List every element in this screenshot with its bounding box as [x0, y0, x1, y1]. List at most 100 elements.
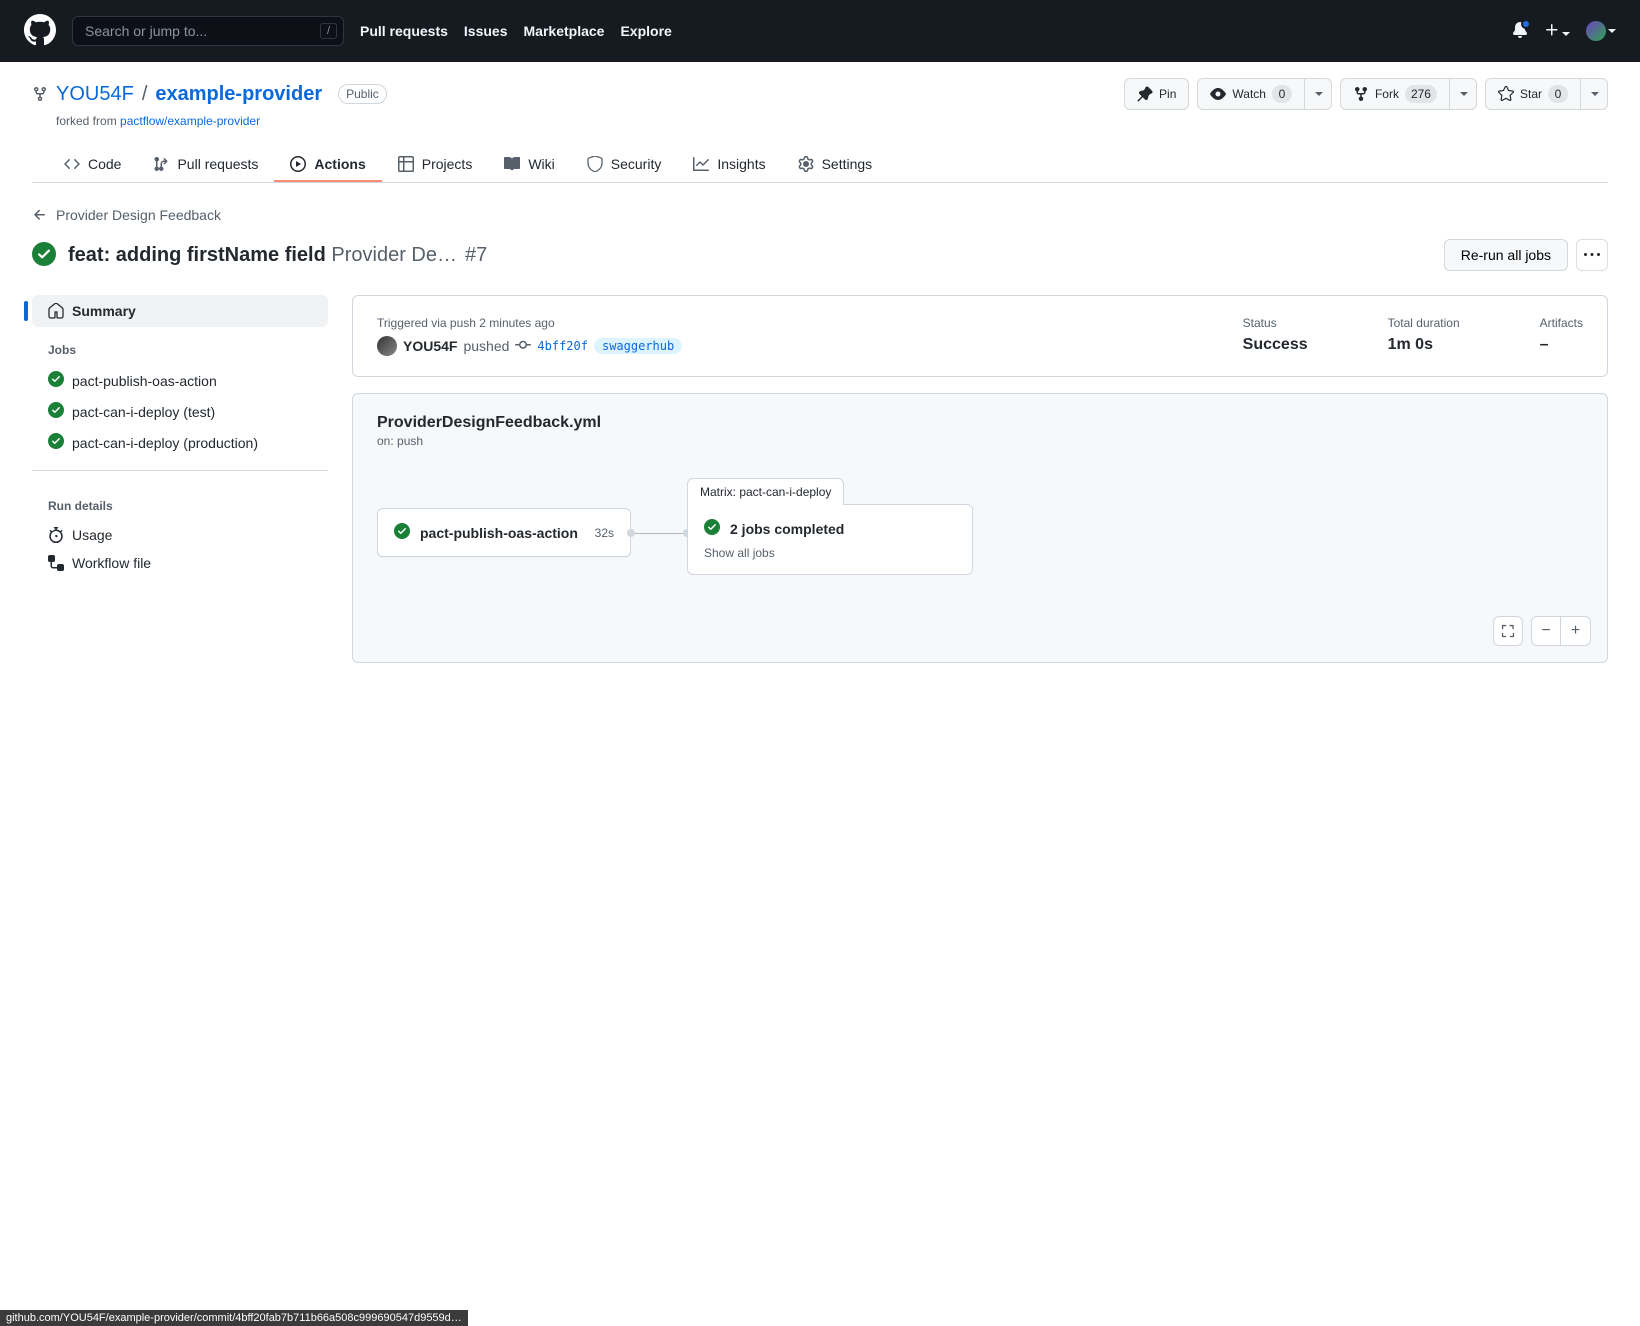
star-dropdown[interactable] — [1581, 78, 1608, 110]
branch-badge[interactable]: swaggerhub — [594, 338, 682, 354]
avatar-icon — [1586, 21, 1606, 41]
watch-count: 0 — [1272, 85, 1292, 103]
tab-security[interactable]: Security — [571, 148, 678, 182]
sidebar-summary[interactable]: Summary — [32, 295, 328, 327]
sidebar-summary-label: Summary — [72, 303, 136, 319]
fork-label: Fork — [1375, 84, 1399, 104]
sidebar-job-1[interactable]: pact-can-i-deploy (test) — [32, 396, 328, 427]
star-button[interactable]: Star 0 — [1485, 78, 1581, 110]
notifications-icon[interactable] — [1512, 22, 1528, 41]
pushed-word: pushed — [463, 338, 509, 354]
sidebar-job-label: pact-can-i-deploy (test) — [72, 404, 215, 420]
pusher-name[interactable]: YOU54F — [403, 338, 457, 354]
check-circle-icon — [394, 523, 410, 542]
sidebar-run-details-heading: Run details — [32, 483, 328, 521]
tab-projects[interactable]: Projects — [382, 148, 489, 182]
stopwatch-icon — [48, 527, 64, 543]
sidebar-workflow-file-label: Workflow file — [72, 555, 151, 571]
breadcrumb-back[interactable]: Provider Design Feedback — [16, 207, 1624, 223]
check-circle-icon — [48, 371, 64, 390]
tab-insights[interactable]: Insights — [677, 148, 781, 182]
workflow-on: on: push — [377, 434, 1583, 448]
pin-button[interactable]: Pin — [1124, 78, 1189, 110]
repo-name-link[interactable]: example-provider — [155, 83, 322, 105]
zoom-in-button[interactable]: + — [1561, 616, 1591, 646]
gear-icon — [798, 156, 814, 172]
run-menu-button[interactable] — [1576, 239, 1608, 271]
commit-sha-link[interactable]: 4bff20f — [537, 339, 588, 353]
nav-issues[interactable]: Issues — [464, 23, 508, 39]
fork-count: 276 — [1405, 85, 1437, 103]
repo-tabs: Code Pull requests Actions Projects Wiki… — [32, 148, 1608, 183]
rerun-all-button[interactable]: Re-run all jobs — [1444, 239, 1568, 271]
graph-matrix-group[interactable]: Matrix: pact-can-i-deploy 2 jobs complet… — [687, 478, 973, 575]
eye-icon — [1210, 86, 1226, 102]
matrix-summary: 2 jobs completed — [730, 521, 844, 537]
sidebar-job-label: pact-publish-oas-action — [72, 373, 217, 389]
fork-button[interactable]: Fork 276 — [1340, 78, 1450, 110]
breadcrumb-label: Provider Design Feedback — [56, 207, 221, 223]
browser-status-bar: github.com/YOU54F/example-provider/commi… — [0, 1310, 468, 1326]
tab-code[interactable]: Code — [48, 148, 137, 182]
check-circle-icon — [48, 433, 64, 452]
commit-icon — [515, 337, 531, 356]
sidebar-workflow-file[interactable]: Workflow file — [32, 549, 328, 577]
status-value: Success — [1243, 336, 1308, 354]
repo-forked-icon — [32, 86, 48, 102]
watch-dropdown[interactable] — [1305, 78, 1332, 110]
sidebar-usage-label: Usage — [72, 527, 112, 543]
sidebar-job-label: pact-can-i-deploy (production) — [72, 435, 258, 451]
artifacts-value: – — [1540, 336, 1583, 354]
home-icon — [48, 303, 64, 319]
play-icon — [290, 156, 306, 172]
notification-unread-dot — [1521, 19, 1531, 29]
search-input[interactable]: Search or jump to... / — [72, 16, 344, 46]
global-nav-links: Pull requests Issues Marketplace Explore — [360, 23, 672, 39]
graph-job-1-duration: 32s — [595, 526, 614, 540]
repo-owner-link[interactable]: YOU54F — [56, 83, 134, 106]
workflow-icon — [48, 555, 64, 571]
tab-actions[interactable]: Actions — [274, 148, 381, 182]
check-circle-icon — [48, 402, 64, 421]
tab-wiki[interactable]: Wiki — [488, 148, 570, 182]
pin-icon — [1137, 86, 1153, 102]
nav-explore[interactable]: Explore — [620, 23, 671, 39]
watch-button[interactable]: Watch 0 — [1197, 78, 1305, 110]
zoom-out-button[interactable]: − — [1531, 616, 1561, 646]
sidebar-job-2[interactable]: pact-can-i-deploy (production) — [32, 427, 328, 458]
search-placeholder: Search or jump to... — [85, 23, 207, 39]
status-label: Status — [1243, 316, 1308, 330]
status-success-icon — [32, 242, 56, 269]
book-icon — [504, 156, 520, 172]
workflow-name: Provider De… — [331, 244, 457, 266]
tab-pull-requests[interactable]: Pull requests — [137, 148, 274, 182]
duration-value: 1m 0s — [1388, 336, 1460, 354]
graph-job-1-name: pact-publish-oas-action — [420, 525, 578, 541]
forked-from-link[interactable]: pactflow/example-provider — [120, 114, 260, 128]
show-all-jobs-link[interactable]: Show all jobs — [704, 546, 956, 560]
graph-connector — [631, 533, 687, 534]
github-logo-icon[interactable] — [24, 14, 56, 49]
repo-title: YOU54F / example-provider Public — [32, 83, 387, 106]
user-menu[interactable] — [1586, 21, 1616, 41]
sidebar-usage[interactable]: Usage — [32, 521, 328, 549]
create-new-dropdown[interactable] — [1544, 22, 1570, 41]
graph-job-1[interactable]: pact-publish-oas-action 32s — [377, 508, 631, 557]
fork-dropdown[interactable] — [1450, 78, 1477, 110]
check-circle-icon — [704, 519, 720, 538]
tab-settings[interactable]: Settings — [782, 148, 889, 182]
pusher-avatar[interactable] — [377, 336, 397, 356]
fullscreen-button[interactable] — [1493, 616, 1523, 646]
workflow-graph-card: ProviderDesignFeedback.yml on: push pact… — [352, 393, 1608, 663]
nav-pull-requests[interactable]: Pull requests — [360, 23, 448, 39]
star-label: Star — [1520, 84, 1542, 104]
kebab-icon — [1584, 247, 1600, 263]
sidebar: Summary Jobs pact-publish-oas-action pac… — [32, 295, 328, 663]
sidebar-job-0[interactable]: pact-publish-oas-action — [32, 365, 328, 396]
run-title: feat: adding firstName field — [68, 244, 326, 266]
forked-from: forked from pactflow/example-provider — [56, 114, 1608, 128]
workflow-file-name: ProviderDesignFeedback.yml — [377, 414, 1583, 432]
summary-card: Triggered via push 2 minutes ago YOU54F … — [352, 295, 1608, 377]
git-pull-request-icon — [153, 156, 169, 172]
nav-marketplace[interactable]: Marketplace — [524, 23, 605, 39]
